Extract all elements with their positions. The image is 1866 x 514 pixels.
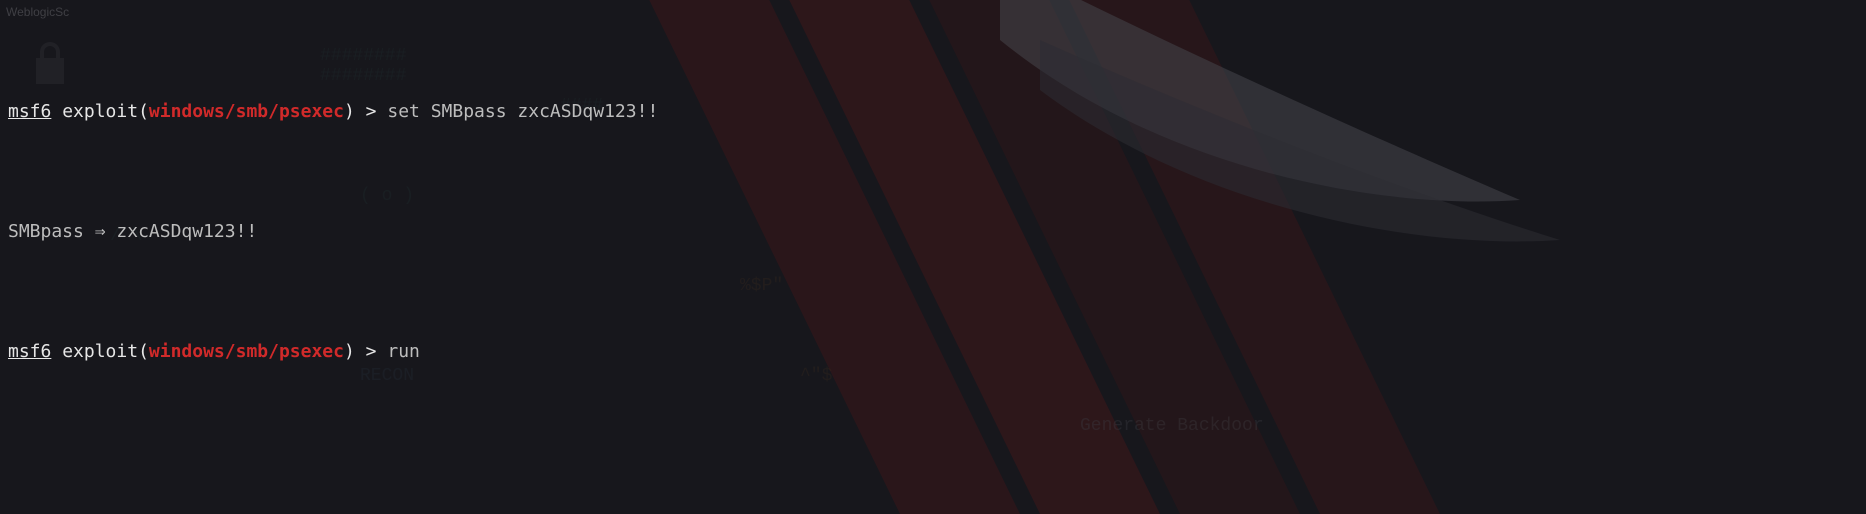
- blank-line: [8, 436, 1858, 460]
- prompt-line: msf6 exploit(windows/smb/psexec) > run: [8, 340, 1858, 364]
- echo-line: SMBpass ⇒ zxcASDqw123!!: [8, 220, 1858, 244]
- prompt-line: msf6 exploit(windows/smb/psexec) > set S…: [8, 100, 1858, 124]
- terminal-output[interactable]: msf6 exploit(windows/smb/psexec) > set S…: [0, 0, 1866, 514]
- arrow-icon: ⇒: [95, 221, 106, 242]
- msf-prefix: msf6: [8, 101, 51, 122]
- module-path: windows/smb/psexec: [149, 101, 344, 122]
- command-text: set SMBpass zxcASDqw123!!: [387, 101, 658, 122]
- background-tab-ghost: WeblogicSc: [6, 0, 69, 24]
